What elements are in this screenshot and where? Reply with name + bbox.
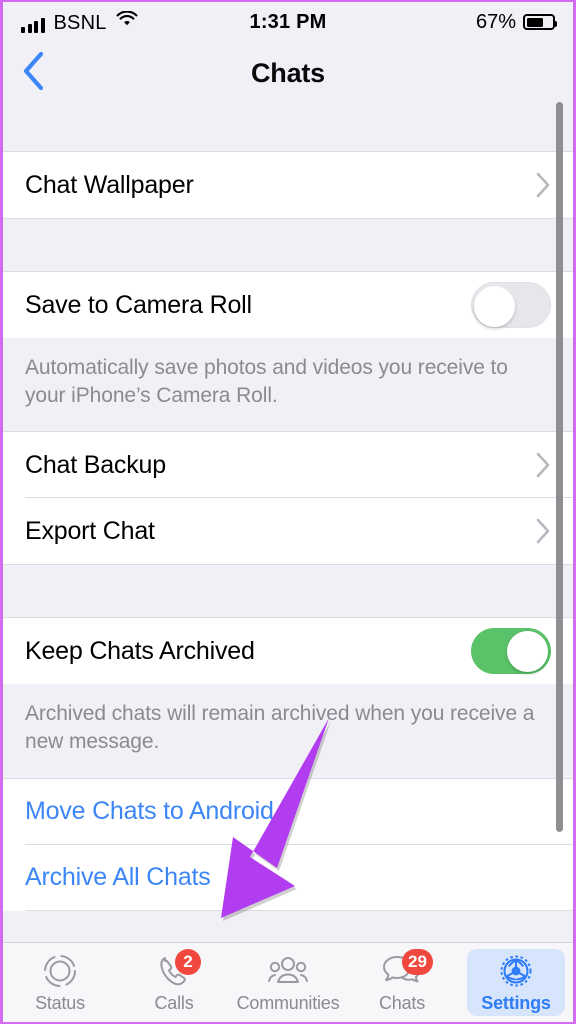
signal-bars-icon	[21, 18, 45, 33]
row-label: Chat Wallpaper	[25, 170, 194, 199]
carrier-label: BSNL	[53, 12, 107, 34]
section-wallpaper: Chat Wallpaper	[3, 152, 573, 218]
tab-calls[interactable]: 2 Calls	[117, 943, 231, 1022]
navigation-bar: Chats	[3, 42, 573, 104]
chevron-right-icon	[535, 451, 551, 479]
section-gap-2	[3, 564, 573, 619]
status-bar: BSNL 1:31 PM 67%	[3, 2, 573, 42]
tab-label: Calls	[154, 992, 194, 1013]
section-actions: Move Chats to Android Archive All Chats	[3, 778, 573, 911]
row-move-chats-to-android[interactable]: Move Chats to Android	[3, 778, 573, 845]
row-export-chat[interactable]: Export Chat	[3, 498, 573, 565]
row-label: Save to Camera Roll	[25, 290, 252, 319]
toggle-keep-chats-archived[interactable]	[471, 628, 551, 675]
status-bar-left: BSNL	[21, 10, 138, 34]
toggle-save-to-camera-roll[interactable]	[471, 282, 551, 328]
row-save-to-camera-roll[interactable]: Save to Camera Roll	[3, 272, 573, 338]
section-gap-top	[3, 104, 573, 152]
row-label: Move Chats to Android	[25, 797, 274, 826]
wifi-icon	[116, 10, 138, 32]
section-keep-archived: Keep Chats Archived	[3, 618, 573, 685]
bottom-tab-bar: Status 2 Calls Communities 29 Chats Sett…	[3, 942, 573, 1022]
row-archive-all-chats[interactable]: Archive All Chats	[3, 844, 573, 911]
row-label: Chat Backup	[25, 450, 166, 479]
tab-status[interactable]: Status	[3, 943, 117, 1022]
footer-camera-roll: Automatically save photos and videos you…	[3, 338, 573, 433]
chat-bubbles-icon: 29	[380, 948, 433, 990]
tab-label: Settings	[481, 992, 551, 1013]
row-chat-backup[interactable]: Chat Backup	[3, 432, 573, 499]
section-camera-roll: Save to Camera Roll	[3, 272, 573, 338]
communities-people-icon	[266, 952, 310, 990]
gear-icon	[497, 952, 535, 990]
page-title: Chats	[250, 57, 325, 88]
row-label: Archive All Chats	[25, 863, 211, 892]
tab-label: Chats	[378, 992, 426, 1013]
badge-chats: 29	[402, 948, 433, 975]
row-label: Export Chat	[25, 516, 155, 545]
row-chat-wallpaper[interactable]: Chat Wallpaper	[3, 152, 573, 218]
tab-communities[interactable]: Communities	[231, 943, 345, 1022]
status-bar-right: 67%	[475, 10, 557, 34]
status-ring-icon	[41, 952, 79, 990]
battery-icon	[523, 14, 557, 30]
badge-calls: 2	[175, 948, 201, 975]
chevron-right-icon	[535, 171, 551, 199]
row-keep-chats-archived[interactable]: Keep Chats Archived	[3, 618, 573, 685]
phone-icon: 2	[155, 948, 201, 990]
phone-screen: BSNL 1:31 PM 67% Chats Chat Wallpaper Sa…	[0, 0, 576, 1024]
tab-chats[interactable]: 29 Chats	[345, 943, 459, 1022]
tab-settings[interactable]: Settings	[459, 943, 573, 1022]
row-label: Keep Chats Archived	[25, 636, 255, 665]
chevron-right-icon	[535, 517, 551, 545]
battery-percent-label: 67%	[475, 10, 516, 33]
vertical-scrollbar[interactable]	[556, 102, 563, 832]
footer-keep-archived: Archived chats will remain archived when…	[3, 684, 573, 779]
section-backup-export: Chat Backup Export Chat	[3, 432, 573, 565]
section-gap-1	[3, 218, 573, 272]
tab-label: Status	[35, 992, 85, 1013]
tab-label: Communities	[236, 992, 340, 1013]
